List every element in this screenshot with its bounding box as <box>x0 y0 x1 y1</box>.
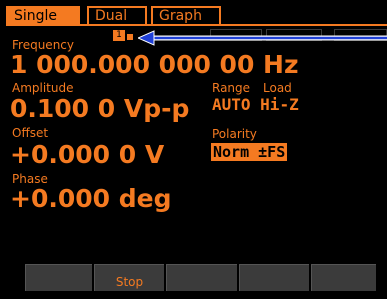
tab-graph-label: Graph <box>159 8 202 24</box>
range-label: Range <box>212 81 251 95</box>
pointer-arrow-icon <box>138 30 387 46</box>
softkey-4[interactable] <box>239 264 309 291</box>
softkey-1[interactable] <box>25 264 92 291</box>
softkey-3[interactable] <box>166 264 237 291</box>
softkey-bar: Stop <box>0 264 387 291</box>
range-load-value[interactable]: AUTO Hi-Z <box>212 95 299 115</box>
channel-indicator-square <box>127 34 133 40</box>
channel-marker: 1 <box>113 30 125 41</box>
polarity-value[interactable]: Norm ±FS <box>211 143 288 161</box>
tab-single-label: Single <box>14 8 58 24</box>
tab-graph[interactable]: Graph <box>151 6 221 26</box>
softkey-5[interactable] <box>311 264 376 291</box>
signal-generator-screen: Single Dual Graph 1 Frequency 1 000.000 … <box>0 0 387 291</box>
amplitude-label: Amplitude <box>12 81 74 95</box>
load-value: Hi-Z <box>260 95 299 114</box>
amplitude-value[interactable]: 0.100 0 Vp-p <box>10 94 189 124</box>
offset-value[interactable]: +0.000 0 V <box>10 140 164 170</box>
softkey-stop[interactable]: Stop <box>94 264 164 291</box>
frequency-value[interactable]: 1 000.000 000 00 Hz <box>10 50 299 80</box>
tab-dual-label: Dual <box>95 8 128 24</box>
load-label: Load <box>263 81 292 95</box>
range-value: AUTO <box>212 95 251 114</box>
offset-label: Offset <box>12 126 49 140</box>
tab-divider <box>6 24 387 26</box>
polarity-label: Polarity <box>212 127 257 141</box>
tab-dual[interactable]: Dual <box>87 6 147 26</box>
tab-single[interactable]: Single <box>6 6 80 26</box>
phase-value[interactable]: +0.000 deg <box>10 184 171 214</box>
